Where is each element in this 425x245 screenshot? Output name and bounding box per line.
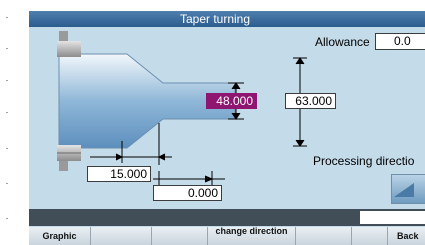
offset-length-dimension xyxy=(153,171,225,186)
taper-turning-dialog: Taper turning Allowance 0.0 48.000 63.00… xyxy=(29,11,425,245)
processing-direction-button[interactable] xyxy=(391,174,425,204)
change-direction-softkey-label: change direction xyxy=(215,227,288,236)
change-direction-softkey[interactable]: change direction xyxy=(208,227,296,245)
large-diameter-field[interactable]: 63.000 xyxy=(285,93,336,109)
empty-softkey-3[interactable] xyxy=(152,227,208,245)
taper-length-field[interactable]: 15.000 xyxy=(87,166,151,182)
processing-direction-label: Processing directio xyxy=(313,154,415,168)
empty-softkey-5[interactable] xyxy=(296,227,352,245)
allowance-field[interactable]: 0.0 xyxy=(375,33,425,50)
chuck-jaw-bottom xyxy=(57,145,81,171)
status-message-field xyxy=(360,211,425,224)
empty-softkey-2[interactable] xyxy=(91,227,152,245)
arrow-icon xyxy=(394,183,414,197)
graphic-softkey-label: Graphic xyxy=(42,231,77,241)
empty-softkey-6[interactable] xyxy=(352,227,388,245)
chuck-jaw-top xyxy=(57,31,81,57)
allowance-label: Allowance xyxy=(315,35,370,49)
back-softkey[interactable]: Back xyxy=(388,227,425,245)
status-bar xyxy=(29,209,425,226)
left-margin-dots xyxy=(6,0,10,245)
back-softkey-label: Back xyxy=(397,231,419,241)
small-diameter-field[interactable]: 48.000 xyxy=(206,93,257,109)
softkey-bar: Graphic change direction Back xyxy=(29,227,425,245)
graphic-softkey[interactable]: Graphic xyxy=(29,227,91,245)
offset-length-field[interactable]: 0.000 xyxy=(153,185,222,201)
